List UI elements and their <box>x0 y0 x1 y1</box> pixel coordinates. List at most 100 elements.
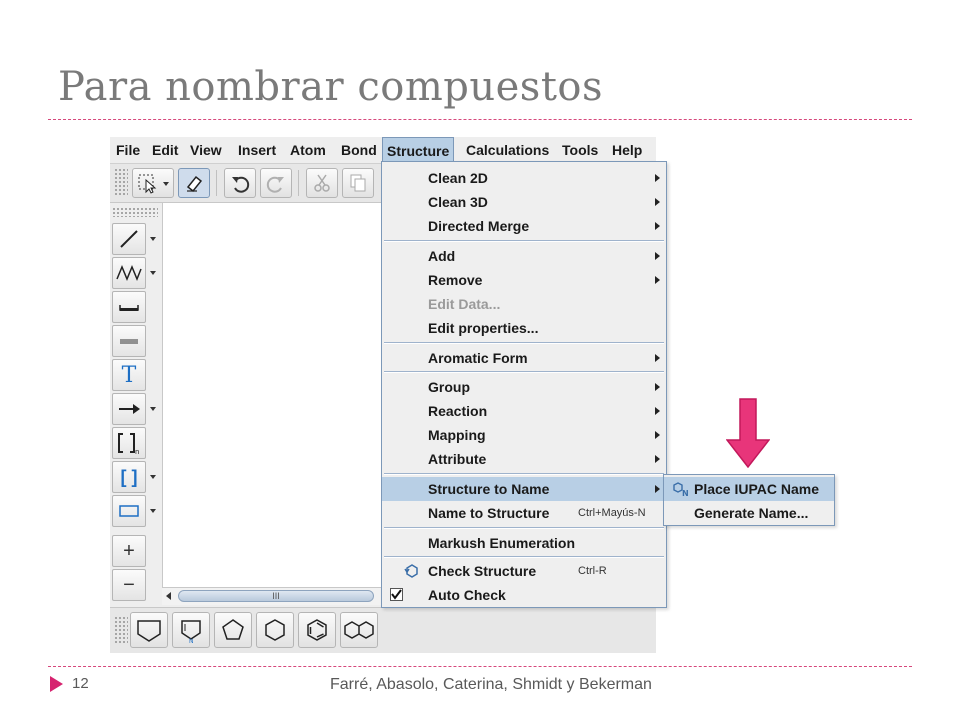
toolbar-grip[interactable] <box>114 168 128 196</box>
template-naphthalene-button[interactable] <box>340 612 378 648</box>
menu-file[interactable]: File <box>116 142 140 158</box>
redo-button[interactable] <box>260 168 292 198</box>
template-toolbar-grip[interactable] <box>114 616 128 644</box>
svg-text:n: n <box>135 448 139 455</box>
text-tool-button[interactable]: T <box>112 359 146 391</box>
menu-item-label: Name to Structure <box>428 505 550 521</box>
menu-separator <box>384 556 664 558</box>
menu-item-mapping[interactable]: Mapping <box>382 423 666 447</box>
menu-item-attribute[interactable]: Attribute <box>382 447 666 471</box>
menu-item-label: Place IUPAC Name <box>694 481 820 497</box>
menu-atom[interactable]: Atom <box>290 142 326 158</box>
menu-item-aromatic-form[interactable]: Aromatic Form <box>382 346 666 370</box>
text-tool-icon: T <box>121 362 137 388</box>
menu-structure[interactable]: Structure <box>382 137 455 163</box>
sgroup-bracket-icon: n <box>118 433 139 455</box>
eraser-button[interactable] <box>178 168 210 198</box>
template-pyrrole-button[interactable]: N <box>172 612 210 648</box>
menu-edit[interactable]: Edit <box>152 142 178 158</box>
menu-item-add[interactable]: Add <box>382 244 666 268</box>
slide-number: 12 <box>72 675 89 692</box>
checkbox-checked-icon[interactable] <box>390 588 403 601</box>
menu-item-group[interactable]: Group <box>382 375 666 399</box>
menu-insert[interactable]: Insert <box>238 142 276 158</box>
cut-icon <box>314 174 330 192</box>
chevron-down-icon[interactable] <box>150 407 156 411</box>
submenu-arrow-icon <box>655 485 660 493</box>
cyclopentene-ring-icon <box>222 619 244 640</box>
hashed-bond-button[interactable] <box>112 325 146 357</box>
menu-item-label: Markush Enumeration <box>428 535 576 551</box>
bold-bond-icon <box>119 305 139 311</box>
menu-item-label: Remove <box>428 272 483 288</box>
chevron-down-icon[interactable] <box>150 509 156 513</box>
chevron-down-icon[interactable] <box>150 237 156 241</box>
menu-item-reaction[interactable]: Reaction <box>382 399 666 423</box>
pyrrole-ring-icon: N <box>181 620 201 644</box>
menu-item-label: Structure to Name <box>428 481 550 497</box>
menu-view[interactable]: View <box>190 142 222 158</box>
chain-button[interactable] <box>112 257 146 289</box>
single-bond-button[interactable] <box>112 223 146 255</box>
slide-title: Para nombrar compuestos <box>58 64 603 110</box>
menu-tools[interactable]: Tools <box>562 142 598 158</box>
menu-item-name-to-structure[interactable]: Name to Structure Ctrl+Mayús-N <box>382 501 666 525</box>
sgroup-bracket-button[interactable]: n <box>112 427 146 459</box>
naphthalene-ring-icon <box>344 621 374 639</box>
menu-item-remove[interactable]: Remove <box>382 268 666 292</box>
menu-item-label: Edit properties... <box>428 320 539 336</box>
menu-item-markush-enumeration[interactable]: Markush Enumeration <box>382 531 666 555</box>
chevron-down-icon[interactable] <box>150 475 156 479</box>
submenu-arrow-icon <box>655 198 660 206</box>
scroll-grip-label: III <box>272 591 280 601</box>
menu-item-shortcut: Ctrl-R <box>578 565 607 577</box>
cut-button[interactable] <box>306 168 338 198</box>
menu-item-clean-3d[interactable]: Clean 3D <box>382 190 666 214</box>
menu-help[interactable]: Help <box>612 142 642 158</box>
menu-item-place-iupac-name[interactable]: N Place IUPAC Name <box>664 477 834 501</box>
submenu-arrow-icon <box>655 431 660 439</box>
template-cyclohexane-button[interactable] <box>256 612 294 648</box>
menu-calculations[interactable]: Calculations <box>466 142 549 158</box>
menu-item-generate-name[interactable]: Generate Name... <box>664 501 834 525</box>
redo-icon <box>266 176 284 193</box>
submenu-arrow-icon <box>655 252 660 260</box>
scrollbar-thumb[interactable]: III <box>178 590 374 602</box>
bold-bond-button[interactable] <box>112 291 146 323</box>
menu-item-label: Group <box>428 379 470 395</box>
zoom-out-button[interactable]: − <box>112 569 146 601</box>
selection-tool-button[interactable] <box>132 168 174 198</box>
pointer-arrow-icon <box>726 398 770 468</box>
scroll-left-icon[interactable] <box>166 592 171 600</box>
template-cyclopentane-button[interactable] <box>130 612 168 648</box>
cyclohexane-ring-icon <box>265 619 285 641</box>
menu-item-edit-data: Edit Data... <box>382 292 666 316</box>
menu-item-structure-to-name[interactable]: Structure to Name <box>382 477 666 501</box>
menu-bond[interactable]: Bond <box>341 142 377 158</box>
bullet-triangle-icon <box>50 676 63 692</box>
benzene-ring-icon <box>307 619 327 641</box>
iupac-name-icon: N <box>673 482 689 497</box>
menu-item-clean-2d[interactable]: Clean 2D <box>382 166 666 190</box>
menu-item-check-structure[interactable]: Check Structure Ctrl-R <box>382 559 666 583</box>
chain-icon <box>116 265 142 281</box>
undo-button[interactable] <box>224 168 256 198</box>
menu-separator <box>384 342 664 344</box>
menu-item-edit-properties[interactable]: Edit properties... <box>382 316 666 340</box>
menu-item-label: Mapping <box>428 427 486 443</box>
rectangle-icon <box>119 505 139 517</box>
zoom-in-button[interactable]: + <box>112 535 146 567</box>
bracket-button[interactable]: [ ] <box>112 461 146 493</box>
menu-item-label: Attribute <box>428 451 487 467</box>
left-toolbar-grip[interactable] <box>112 207 158 217</box>
reaction-arrow-button[interactable] <box>112 393 146 425</box>
submenu-arrow-icon <box>655 174 660 182</box>
chevron-down-icon[interactable] <box>150 271 156 275</box>
template-cyclopentene-button[interactable] <box>214 612 252 648</box>
menu-item-label: Generate Name... <box>694 505 809 521</box>
copy-button[interactable] <box>342 168 374 198</box>
menu-item-auto-check[interactable]: Auto Check <box>382 583 666 607</box>
rectangle-button[interactable] <box>112 495 146 527</box>
template-benzene-button[interactable] <box>298 612 336 648</box>
menu-item-directed-merge[interactable]: Directed Merge <box>382 214 666 238</box>
